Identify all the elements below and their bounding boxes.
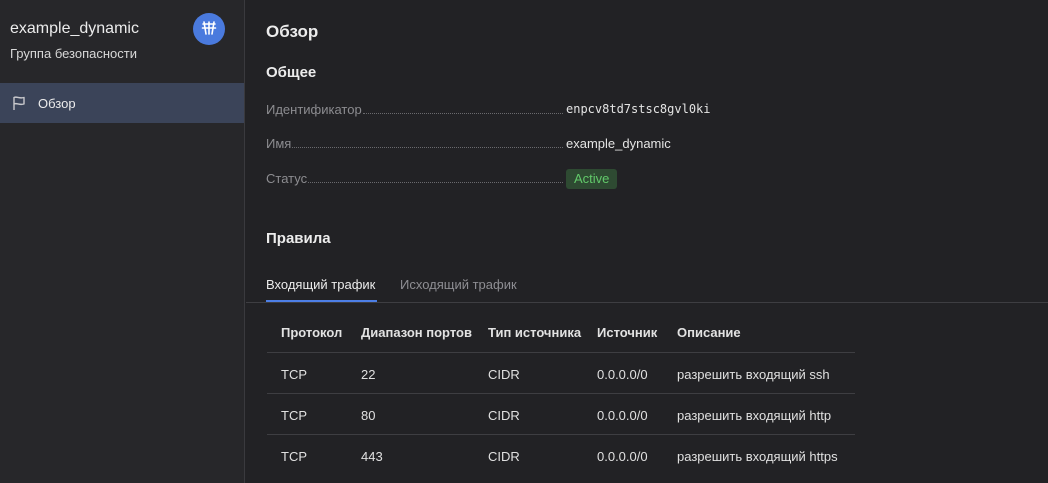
property-key: Идентификатор (266, 102, 564, 117)
general-section-title: Общее (266, 64, 317, 81)
network-glyph (201, 21, 217, 35)
leader-dots (292, 147, 563, 148)
resource-name: example_dynamic (10, 20, 139, 37)
cell-protocol: TCP (281, 408, 307, 423)
property-key-label: Идентификатор (266, 102, 362, 117)
property-status: Статус Active (266, 169, 726, 189)
app-root: example_dynamic Группа безопасности Обзо… (0, 0, 1048, 483)
property-key: Имя (266, 136, 564, 151)
sidebar: example_dynamic Группа безопасности Обзо… (0, 0, 245, 483)
sidebar-item-label: Обзор (38, 96, 76, 111)
active-tab-indicator (266, 300, 377, 302)
leader-dots (308, 182, 563, 183)
cell-ports: 80 (361, 408, 376, 423)
column-header: Источник (597, 325, 658, 340)
cell-source: 0.0.0.0/0 (597, 367, 648, 382)
tab-egress[interactable]: Исходящий трафик (400, 277, 517, 292)
resource-type: Группа безопасности (10, 46, 137, 61)
cell-protocol: TCP (281, 367, 307, 382)
table-row: TCP 80 CIDR 0.0.0.0/0 разрешить входящий… (267, 394, 855, 435)
table-row: TCP 443 CIDR 0.0.0.0/0 разрешить входящи… (267, 435, 855, 476)
property-id: Идентификатор enpcv8td7stsc8gvl0ki (266, 100, 726, 120)
table-header: Протокол Диапазон портов Тип источника И… (267, 312, 855, 353)
network-icon[interactable] (193, 13, 225, 45)
property-key-label: Статус (266, 171, 308, 186)
cell-description: разрешить входящий https (677, 449, 838, 464)
column-header: Протокол (281, 325, 343, 340)
cell-source-type: CIDR (488, 449, 520, 464)
cell-source: 0.0.0.0/0 (597, 408, 648, 423)
cell-source-type: CIDR (488, 408, 520, 423)
table-row: TCP 22 CIDR 0.0.0.0/0 разрешить входящий… (267, 353, 855, 394)
cell-ports: 443 (361, 449, 383, 464)
main-content: Обзор Общее Идентификатор enpcv8td7stsc8… (246, 0, 1048, 483)
cell-source-type: CIDR (488, 367, 520, 382)
traffic-tabs: Входящий трафик Исходящий трафик (246, 268, 1048, 303)
sidebar-header: example_dynamic Группа безопасности (0, 0, 244, 82)
property-name: Имя example_dynamic (266, 134, 726, 154)
cell-description: разрешить входящий http (677, 408, 832, 423)
leader-dots (362, 113, 563, 114)
tab-ingress[interactable]: Входящий трафик (266, 277, 375, 292)
page-title: Обзор (266, 22, 319, 41)
flag-icon (13, 96, 25, 110)
status-badge: Active (566, 169, 618, 189)
cell-source: 0.0.0.0/0 (597, 449, 648, 464)
cell-ports: 22 (361, 367, 376, 382)
property-value-id[interactable]: enpcv8td7stsc8gvl0ki (566, 102, 711, 116)
sidebar-item-overview[interactable]: Обзор (0, 83, 244, 123)
column-header: Тип источника (488, 325, 582, 340)
property-key: Статус (266, 171, 564, 186)
column-header: Описание (677, 325, 741, 340)
cell-description: разрешить входящий ssh (677, 367, 830, 382)
property-key-label: Имя (266, 136, 292, 151)
property-value-name: example_dynamic (566, 136, 671, 151)
column-header: Диапазон портов (361, 325, 472, 340)
cell-protocol: TCP (281, 449, 307, 464)
rules-section-title: Правила (266, 230, 331, 247)
